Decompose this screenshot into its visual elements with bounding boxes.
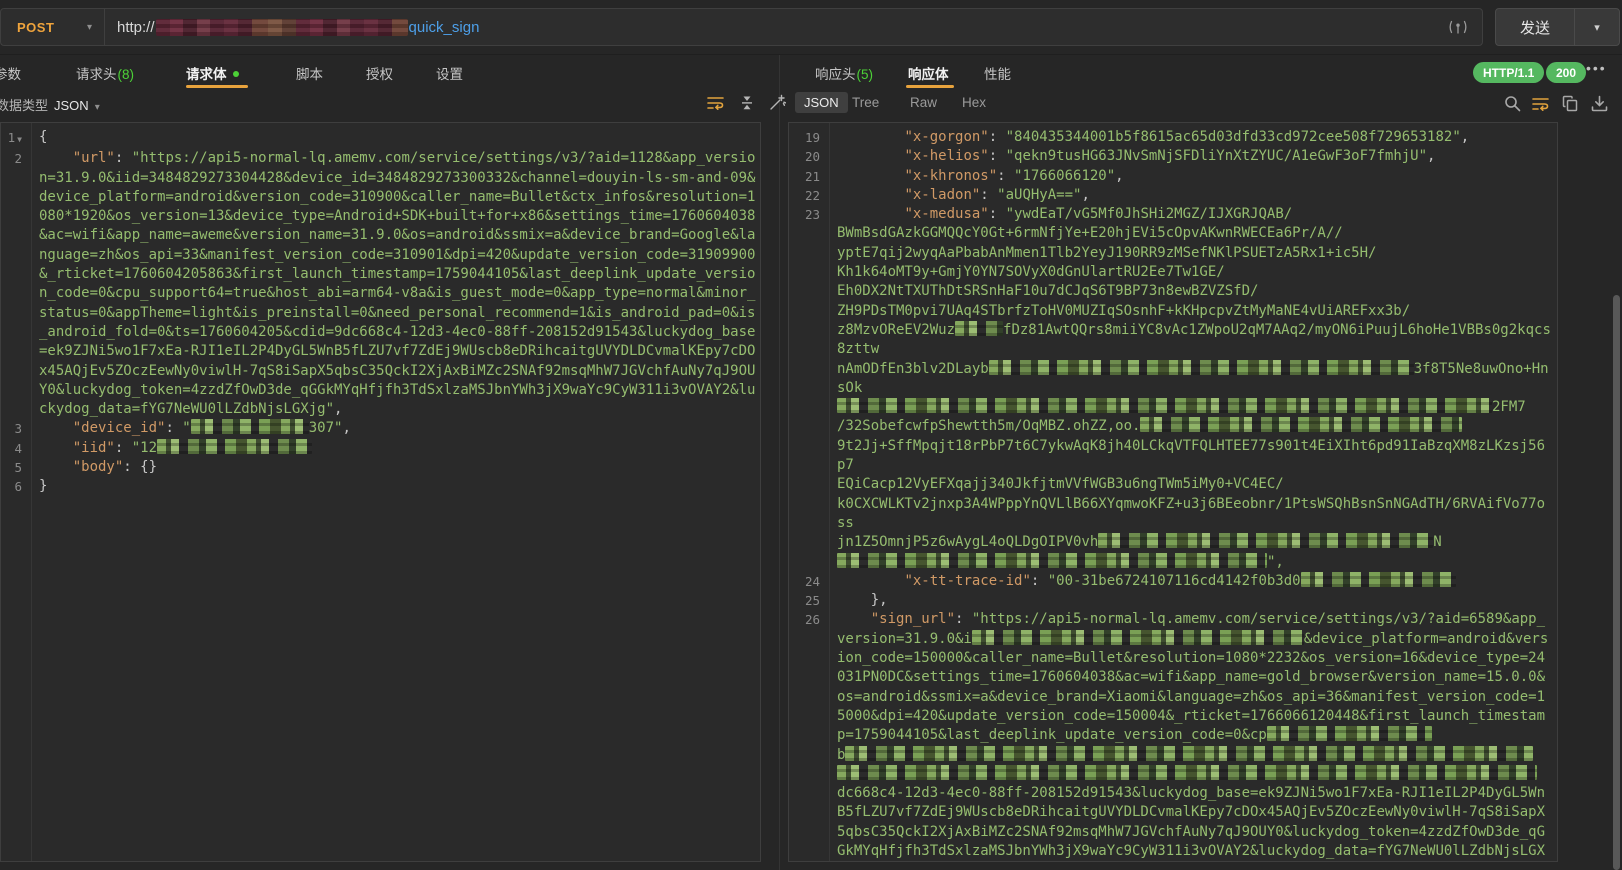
line-number: 20 <box>789 147 829 166</box>
view-raw-button[interactable]: Raw <box>910 95 937 110</box>
datatype-select[interactable]: 数据类型 JSON ▾ <box>0 95 100 114</box>
redacted-text <box>1098 533 1433 548</box>
line-number: 23 <box>789 205 829 224</box>
code-line: 25 }, <box>789 591 1557 610</box>
tab-script[interactable]: 脚本 <box>296 63 323 83</box>
code-line: 26 "sign_url": "https://api5-normal-lq.a… <box>789 610 1557 862</box>
request-body-editor[interactable]: 1▼{2 "url": "https://api5-normal-lq.amem… <box>0 122 761 862</box>
line-number: 21 <box>789 167 829 186</box>
url-scheme: http:// <box>117 19 155 36</box>
code-line: 20 "x-helios": "qekn9tusHG63JNvSmNjSFDli… <box>789 147 1557 166</box>
redacted-text <box>1140 417 1462 432</box>
request-headers-count: (8) <box>118 67 135 82</box>
request-body-dot <box>233 71 239 77</box>
tab-request-headers[interactable]: 请求头(8) <box>76 63 134 83</box>
code-line: 23 "x-medusa": "ywdEaT/vG5Mf0JhSHi2MGZ/I… <box>789 205 1557 572</box>
redacted-text <box>989 360 1414 375</box>
line-number: 6 <box>1 477 31 496</box>
tab-params[interactable]: 参数 <box>0 63 21 83</box>
redacted-text <box>1267 726 1432 741</box>
redacted-text <box>972 630 1304 645</box>
view-tree-button[interactable]: Tree <box>852 95 879 110</box>
line-number: 1▼ <box>1 128 31 149</box>
tab-response-headers[interactable]: 响应头(5) <box>815 63 873 83</box>
send-button-label: 发送 <box>1496 9 1574 45</box>
word-wrap-icon[interactable] <box>1532 96 1550 112</box>
panel-divider[interactable] <box>779 55 780 870</box>
request-url-container: POST ▾ http:// quick_sign <box>0 8 1483 46</box>
tab-request-body[interactable]: 请求体 <box>186 63 239 83</box>
datatype-value: JSON <box>54 98 89 113</box>
word-wrap-icon[interactable] <box>707 95 725 111</box>
line-number: 4 <box>1 439 31 458</box>
code-line: 22 "x-ladon": "aUQHyA==", <box>789 186 1557 205</box>
active-response-tab-underline <box>906 85 954 88</box>
code-line: 6} <box>1 477 760 496</box>
copy-icon[interactable] <box>1562 95 1579 112</box>
url-path: quick_sign <box>409 19 480 36</box>
datatype-label: 数据类型 <box>0 98 48 113</box>
request-body-code: 1▼{2 "url": "https://api5-normal-lq.amem… <box>1 128 760 497</box>
signal-icon[interactable] <box>1448 19 1468 36</box>
tab-performance[interactable]: 性能 <box>984 63 1011 83</box>
line-number: 2 <box>1 149 31 168</box>
redacted-text <box>837 398 1492 413</box>
response-body-editor[interactable]: 19 "x-gorgon": "840435344001b5f8615ac65d… <box>788 122 1558 862</box>
view-hex-button[interactable]: Hex <box>962 95 986 110</box>
redacted-text <box>955 321 1003 336</box>
search-icon[interactable] <box>1504 95 1521 112</box>
chevron-down-icon: ▾ <box>95 102 100 113</box>
code-line: 24 "x-tt-trace-id": "00-31be6724107116cd… <box>789 572 1557 591</box>
send-button[interactable]: 发送 ▾ <box>1495 8 1620 46</box>
redacted-url-segment <box>156 19 408 36</box>
code-line: 21 "x-khronos": "1766066120", <box>789 167 1557 186</box>
code-line: 2 "url": "https://api5-normal-lq.amemv.c… <box>1 149 760 419</box>
more-menu-icon[interactable]: ••• <box>1586 60 1607 76</box>
method-select[interactable]: POST ▾ <box>1 9 105 45</box>
code-line: 1▼{ <box>1 128 760 149</box>
response-body-code: 19 "x-gorgon": "840435344001b5f8615ac65d… <box>789 128 1557 862</box>
format-wand-icon[interactable] <box>769 94 786 111</box>
line-number: 25 <box>789 591 829 610</box>
tab-settings[interactable]: 设置 <box>436 63 463 83</box>
code-line: 5 "body": {} <box>1 458 760 477</box>
tab-auth[interactable]: 授权 <box>366 63 393 83</box>
vertical-scrollbar[interactable] <box>1613 295 1620 870</box>
redacted-text <box>845 746 1533 761</box>
active-request-tab-underline <box>186 85 248 88</box>
line-number: 24 <box>789 572 829 591</box>
status-code-badge: 200 <box>1546 62 1586 83</box>
line-number: 5 <box>1 458 31 477</box>
response-headers-count: (5) <box>857 67 874 82</box>
protocol-badge: HTTP/1.1 <box>1473 62 1544 83</box>
chevron-down-icon: ▾ <box>87 22 92 33</box>
api-client-window: POST ▾ http://quick_sign 发送 ▾ 参数 请求头(8) … <box>0 0 1622 870</box>
line-number: 26 <box>789 610 829 629</box>
redacted-text <box>837 765 1537 780</box>
line-number: 19 <box>789 128 829 147</box>
code-line: 3 "device_id": "307", <box>1 419 760 438</box>
redacted-text <box>191 419 309 434</box>
fold-arrow-icon[interactable]: ▼ <box>17 135 22 144</box>
line-number: 22 <box>789 186 829 205</box>
code-line: 4 "iid": "12 <box>1 439 760 458</box>
collapse-all-icon[interactable] <box>739 94 755 112</box>
url-input[interactable]: http:// quick_sign <box>105 9 1482 45</box>
redacted-text <box>157 439 312 454</box>
download-icon[interactable] <box>1591 95 1608 112</box>
topbar-separator <box>0 54 1622 55</box>
redacted-text <box>1301 572 1456 587</box>
method-label: POST <box>17 20 54 35</box>
redacted-text <box>837 553 1267 568</box>
send-options-caret[interactable]: ▾ <box>1575 9 1619 45</box>
tab-response-body[interactable]: 响应体 <box>908 63 949 83</box>
line-number: 3 <box>1 419 31 438</box>
code-line: 19 "x-gorgon": "840435344001b5f8615ac65d… <box>789 128 1557 147</box>
view-json-button[interactable]: JSON <box>795 92 848 113</box>
